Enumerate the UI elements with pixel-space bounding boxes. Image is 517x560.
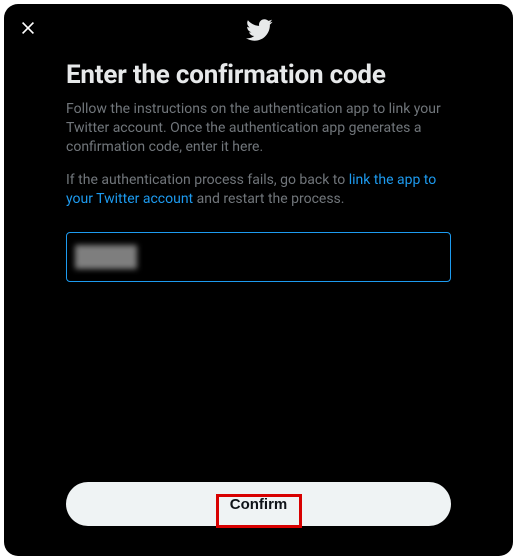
instructions-text: Follow the instructions on the authentic… [66,100,451,157]
confirmation-code-input[interactable] [66,232,451,282]
confirm-button[interactable]: Confirm [66,482,451,526]
confirmation-code-value [75,245,137,269]
fallback-suffix: and restart the process. [193,191,344,207]
modal-dialog: Enter the confirmation code Follow the i… [4,4,513,556]
twitter-logo-icon [245,16,273,44]
fallback-text: If the authentication process fails, go … [66,171,451,209]
close-button[interactable] [18,18,38,38]
confirm-button-label: Confirm [230,496,288,513]
modal-content: Enter the confirmation code Follow the i… [66,60,451,282]
page-title: Enter the confirmation code [66,60,451,90]
fallback-prefix: If the authentication process fails, go … [66,172,349,188]
close-icon [18,18,38,38]
